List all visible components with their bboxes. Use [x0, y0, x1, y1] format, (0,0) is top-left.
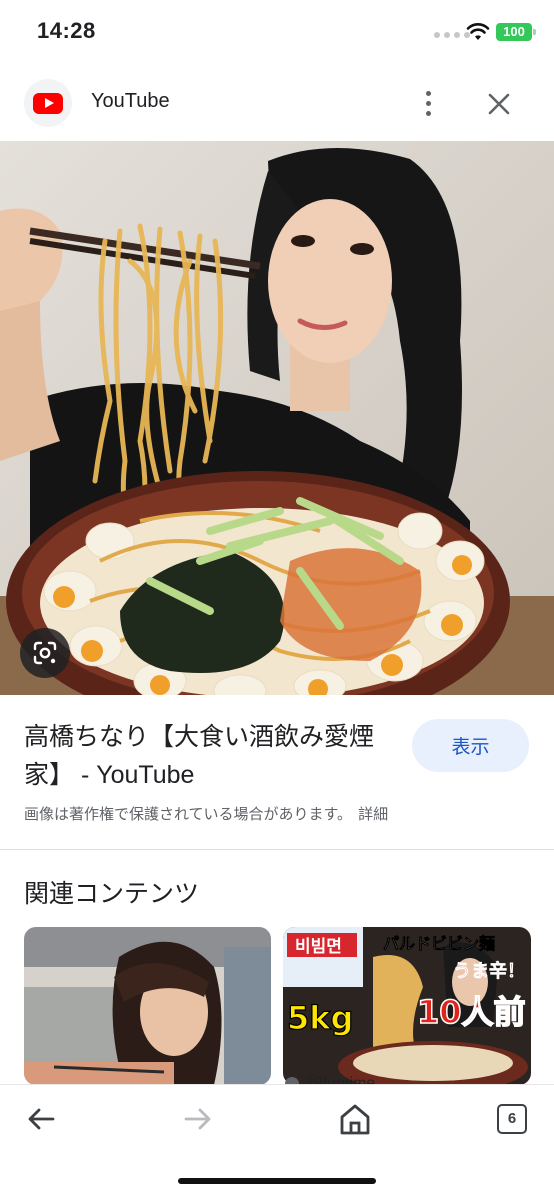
thumb-text-product-name: パルドビビン麺: [383, 934, 495, 953]
google-lens-icon[interactable]: [20, 628, 70, 678]
preview-image[interactable]: [0, 141, 554, 695]
home-icon[interactable]: [335, 1099, 375, 1139]
thumb-text-10-servings: 10人前: [417, 993, 526, 1031]
cellular-signal-icon: [434, 32, 470, 38]
close-icon[interactable]: [484, 89, 514, 119]
copyright-notice: 画像は著作権で保護されている場合があります。 詳細: [24, 803, 388, 824]
copyright-text: 画像は著作権で保護されている場合があります。: [24, 806, 353, 823]
section-divider: [0, 849, 554, 850]
status-time: 14:28: [37, 18, 96, 43]
view-button[interactable]: 表示: [412, 719, 529, 772]
back-arrow-icon[interactable]: [21, 1099, 61, 1139]
related-thumbnail-1[interactable]: [24, 927, 271, 1085]
tab-count: 6: [497, 1104, 527, 1134]
tabs-icon[interactable]: 6: [492, 1099, 532, 1139]
more-vert-icon[interactable]: [414, 86, 442, 120]
thumb-text-5kg: 5kg: [287, 999, 353, 1037]
home-indicator[interactable]: [178, 1178, 376, 1184]
status-bar: 14:28 100: [0, 0, 554, 66]
related-heading: 関連コンテンツ: [24, 880, 200, 908]
source-header: YouTube: [0, 70, 554, 136]
wifi-icon: [466, 23, 490, 40]
thumb-text-umakara: うま辛！: [453, 960, 525, 982]
battery-indicator: 100: [496, 23, 536, 41]
noodle-bowl-photo: [0, 141, 554, 695]
source-site-name[interactable]: YouTube: [91, 90, 170, 113]
forward-arrow-icon[interactable]: [178, 1099, 218, 1139]
youtube-logo-icon: [24, 79, 72, 127]
details-link[interactable]: 詳細: [358, 806, 388, 823]
result-title[interactable]: 高橋ちなり【大食い酒飲み愛煙家】 - YouTube: [24, 718, 384, 794]
thumb-text-bibimmyeon: 비빔면: [295, 937, 342, 957]
related-thumbnail-2[interactable]: 비빔면 パルドビビン麺 うま辛！ 5kg 10人前: [283, 927, 531, 1085]
